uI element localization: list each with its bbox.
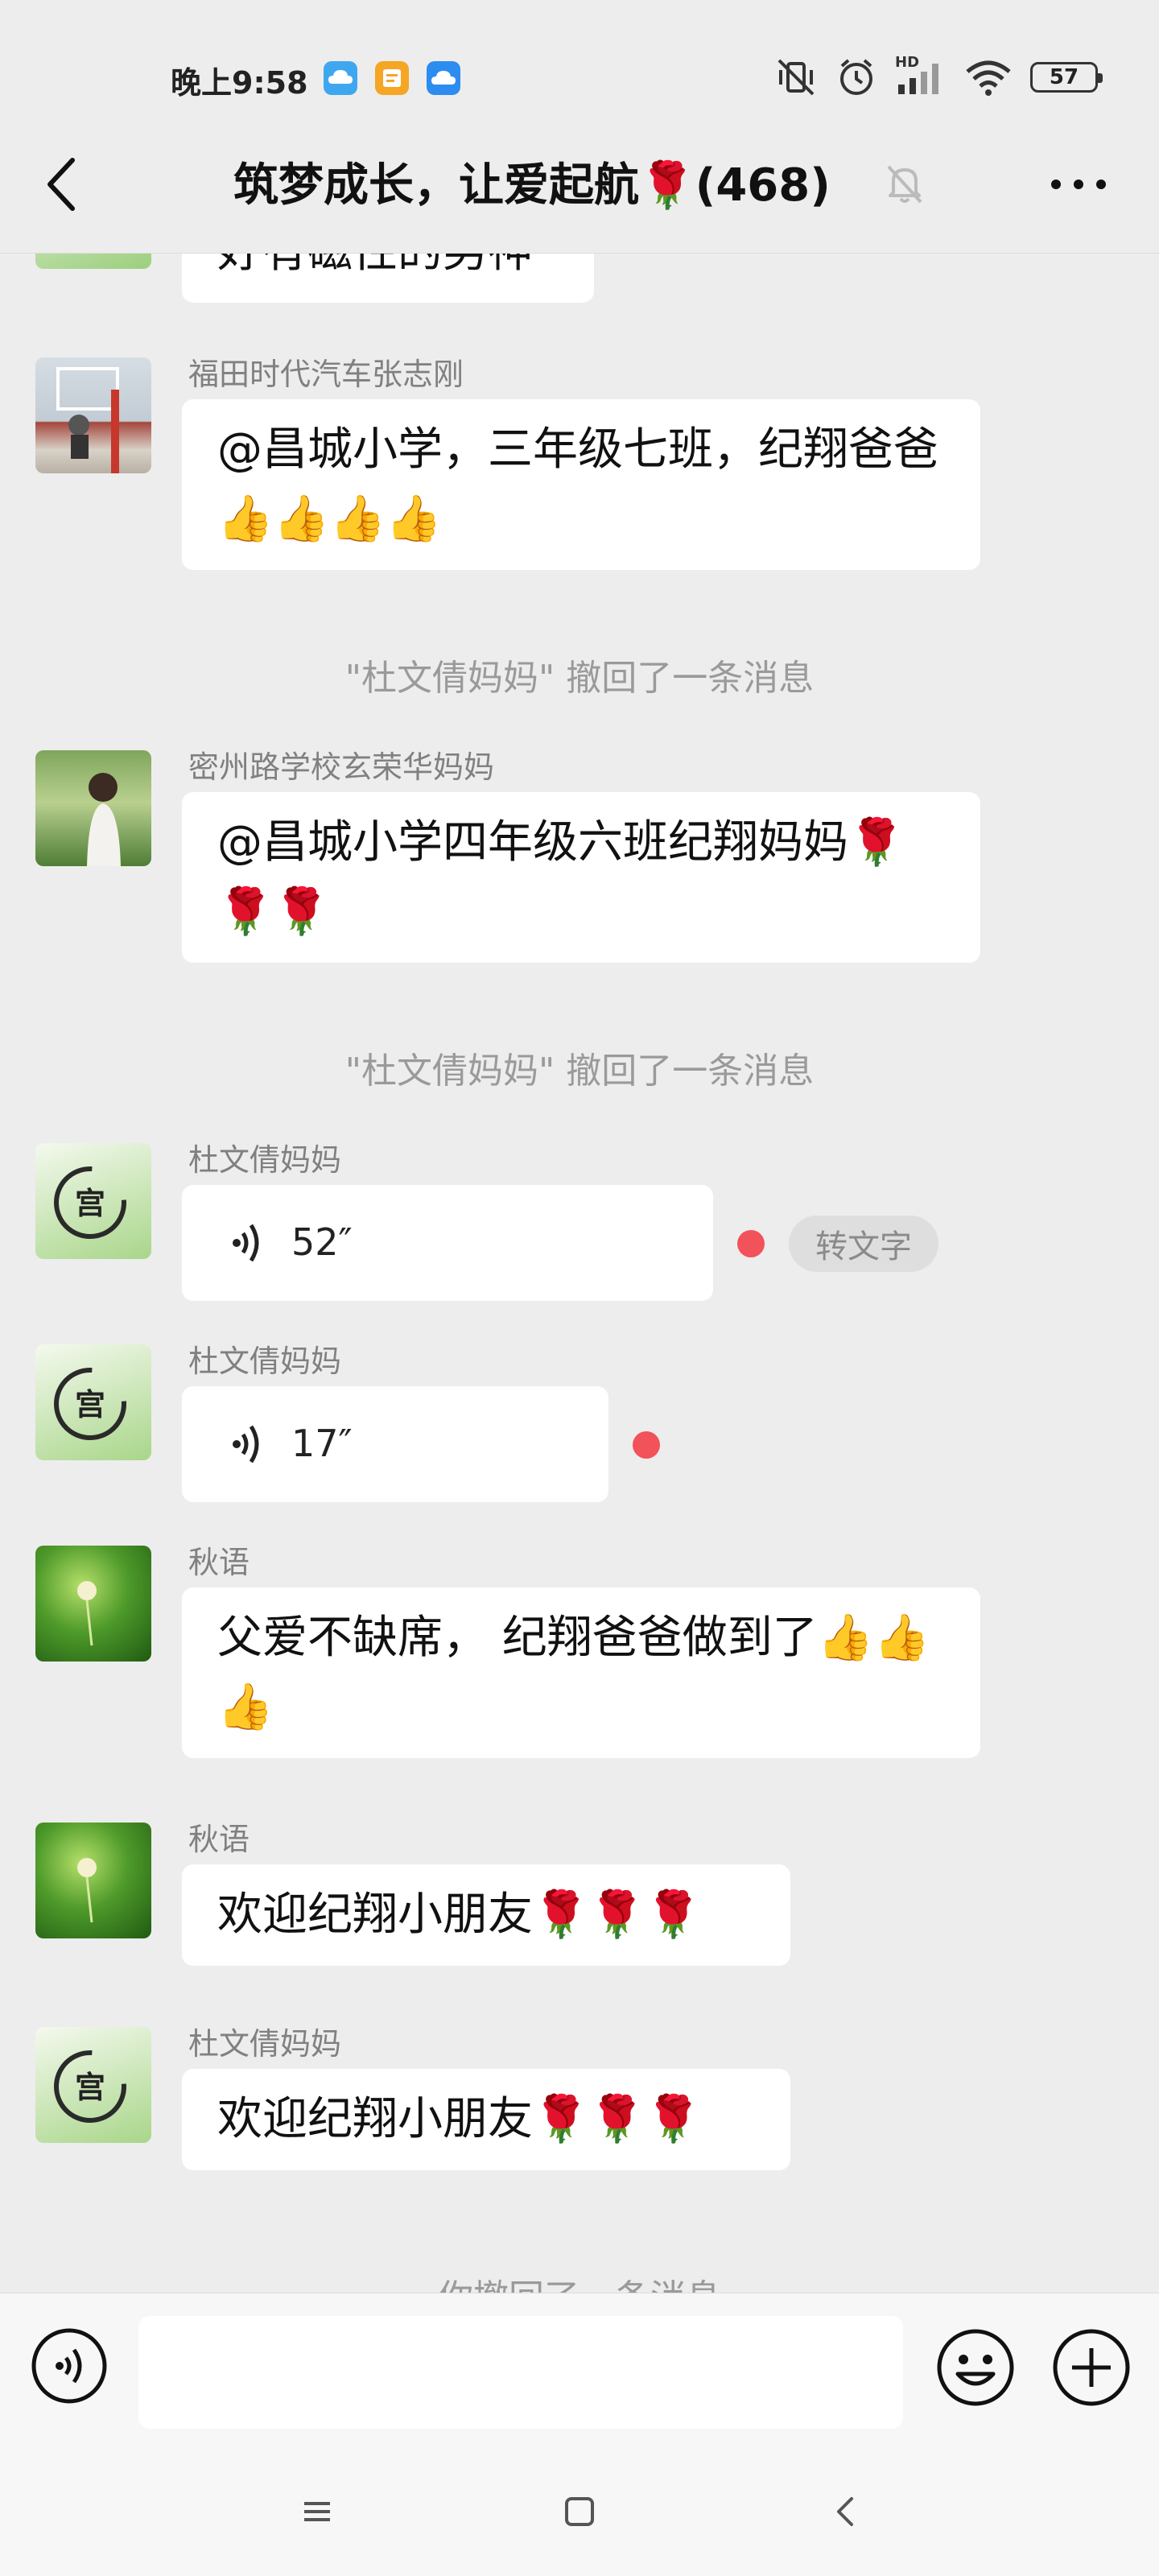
- avatar[interactable]: 宫: [35, 2027, 151, 2143]
- chevron-left-icon: [47, 158, 75, 211]
- recall-notice: 你撤回了一条消息: [0, 2268, 1159, 2294]
- smiley-icon: [937, 2329, 1014, 2406]
- message-input[interactable]: [138, 2316, 903, 2429]
- wifi-icon: [966, 60, 1011, 96]
- avatar[interactable]: 宫: [35, 1143, 151, 1259]
- unread-dot: [633, 1431, 660, 1459]
- recall-notice: "杜文倩妈妈" 撤回了一条消息: [344, 658, 815, 699]
- message-bubble[interactable]: 欢迎纪翔小朋友🌹🌹🌹: [182, 2069, 790, 2170]
- notes-app-icon: [375, 61, 409, 95]
- message-list[interactable]: 好有磁性的男神 福田时代汽车张志刚 @昌城小学，三年级七班，纪翔爸爸 👍👍👍👍 …: [0, 153, 1159, 2294]
- alarm-icon: [840, 59, 872, 95]
- home-button[interactable]: [555, 2487, 604, 2536]
- sender-name: 秋语: [188, 1822, 250, 1857]
- message-bubble[interactable]: @昌城小学，三年级七班，纪翔爸爸 👍👍👍👍: [182, 399, 980, 570]
- avatar-character: 宫: [75, 1386, 105, 1422]
- muted-indicator: [882, 160, 927, 208]
- voice-wave-icon: [233, 1425, 259, 1463]
- message-bubble[interactable]: 父爱不缺席， 纪翔爸爸做到了👍👍👍: [182, 1587, 980, 1758]
- sender-name: 秋语: [188, 1545, 250, 1580]
- avatar[interactable]: [35, 750, 151, 866]
- message-bubble[interactable]: 欢迎纪翔小朋友🌹🌹🌹: [182, 1864, 790, 1966]
- voice-bubble[interactable]: 52″: [182, 1185, 713, 1301]
- chat-screen: 晚上9:58 HD 57 筑梦成长，让爱起航🌹(468) 福田时代汽车张志刚 @…: [0, 0, 1159, 2576]
- status-icons: HD 57: [774, 54, 1103, 98]
- chat-title: 筑梦成长，让爱起航🌹(468): [233, 159, 831, 212]
- signal-indicator: HD: [895, 54, 947, 97]
- recall-notice: "杜文倩妈妈" 撤回了一条消息: [344, 1051, 815, 1092]
- back-button[interactable]: [35, 152, 92, 217]
- unread-dot: [737, 1230, 765, 1257]
- signal-icon: [898, 64, 938, 94]
- sender-name: 密州路学校玄荣华妈妈: [188, 749, 495, 785]
- avatar[interactable]: [35, 1546, 151, 1662]
- avatar-character: 宫: [75, 1185, 105, 1221]
- chevron-left-icon: [837, 2497, 853, 2526]
- more-dots-icon: [1051, 180, 1106, 189]
- sender-name: 杜文倩妈妈: [188, 1142, 342, 1178]
- cloud-app-icon: [324, 61, 357, 95]
- voice-bubble[interactable]: 17″: [182, 1386, 608, 1502]
- voice-wave-icon: [233, 1224, 259, 1262]
- sender-name: 福田时代汽车张志刚: [188, 357, 464, 392]
- chat-header: 筑梦成长，让爱起航🌹(468): [0, 133, 1159, 254]
- more-actions-button[interactable]: [1051, 2327, 1132, 2408]
- avatar-character: 宫: [75, 2069, 105, 2105]
- voice-icon: [31, 2328, 107, 2404]
- avatar[interactable]: 宫: [35, 1344, 151, 1460]
- system-back-button[interactable]: [823, 2487, 871, 2536]
- vibrate-off-icon: [777, 59, 815, 96]
- weather-app-icon: [427, 61, 460, 95]
- emoji-button[interactable]: [935, 2327, 1016, 2408]
- avatar[interactable]: [35, 357, 151, 473]
- plus-icon: [1053, 2329, 1130, 2406]
- input-bar: [0, 2293, 1159, 2446]
- sender-name: 杜文倩妈妈: [188, 1344, 342, 1379]
- convert-to-text-button[interactable]: 转文字: [789, 1216, 938, 1272]
- battery-indicator: 57: [1030, 62, 1103, 93]
- bell-off-icon: [887, 165, 922, 204]
- menu-icon: [304, 2502, 330, 2521]
- system-navigation-bar: [0, 2446, 1159, 2576]
- status-bar: 晚上9:58 HD 57: [0, 0, 1159, 153]
- avatar[interactable]: [35, 1823, 151, 1938]
- status-time: 晚上9:58: [171, 65, 308, 101]
- more-options-button[interactable]: [1046, 160, 1111, 208]
- voice-input-button[interactable]: [31, 2327, 108, 2405]
- message-bubble[interactable]: @昌城小学四年级六班纪翔妈妈🌹🌹🌹: [182, 792, 980, 963]
- recent-apps-button[interactable]: [293, 2487, 341, 2536]
- voice-duration: 17″: [291, 1422, 353, 1465]
- voice-duration: 52″: [291, 1220, 353, 1264]
- sender-name: 杜文倩妈妈: [188, 2026, 342, 2062]
- home-square-icon: [565, 2497, 594, 2526]
